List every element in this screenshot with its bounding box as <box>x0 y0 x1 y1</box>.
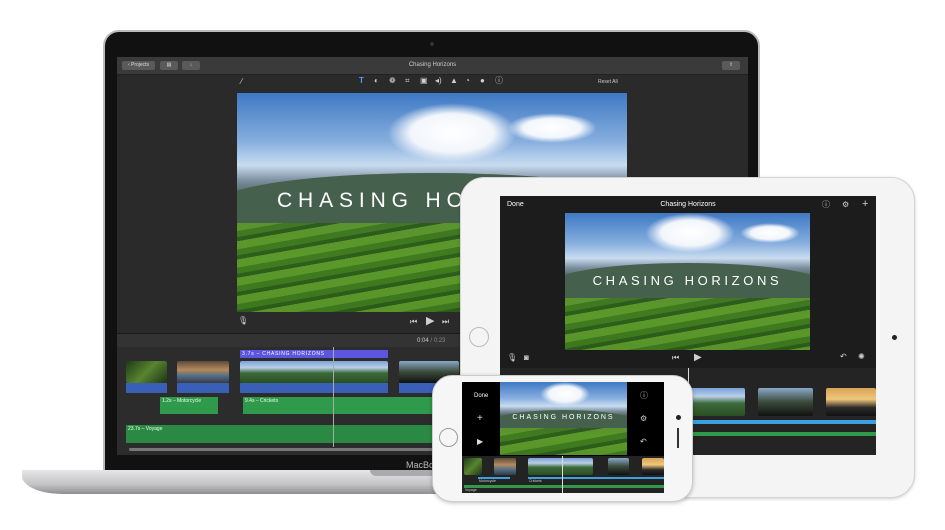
skip-back-icon[interactable]: ⏮ <box>672 354 679 362</box>
iphone-done-button[interactable]: Done <box>474 393 488 399</box>
magic-wand-icon[interactable]: ⁄ <box>241 78 242 86</box>
ipad-camera <box>892 335 897 340</box>
audio-clip-crickets[interactable]: 9.4s – Crickets <box>243 397 463 414</box>
waveform-icon[interactable]: ✺ <box>858 353 865 361</box>
camera-icon[interactable]: ◙ <box>524 354 529 362</box>
iphone-playhead[interactable] <box>562 456 563 493</box>
iphone-camera <box>676 415 681 420</box>
music-clip-voyage[interactable]: 23.7s – Voyage <box>126 425 456 443</box>
ipad-title: Chasing Horizons <box>660 201 716 208</box>
filter-icon[interactable]: ● <box>480 77 485 85</box>
iphone-home-button[interactable] <box>439 428 458 447</box>
iphone-clip-4[interactable] <box>608 458 629 475</box>
mac-toolbar: ‹ Projects ▤ ↓ Chasing Horizons ⇪ <box>117 57 748 75</box>
microphone-icon[interactable]: 🎙 <box>238 317 248 325</box>
iphone-speaker <box>677 428 679 448</box>
reset-all-button[interactable]: Reset All <box>598 79 618 85</box>
audio-clip-motorcycle[interactable]: 1.2s – Motorcycle <box>160 397 218 414</box>
share-button[interactable]: ⇪ <box>722 61 740 70</box>
clip-2[interactable] <box>177 361 229 383</box>
stabilization-icon[interactable]: ▣ <box>420 77 428 85</box>
current-time: 0:04 <box>417 338 429 344</box>
iphone-timeline[interactable]: Motorcycle Crickets Voyage <box>462 456 664 493</box>
iphone-clip-5[interactable] <box>642 458 664 475</box>
ipad-home-button[interactable] <box>469 327 489 347</box>
ipad-audio-track[interactable] <box>690 420 876 424</box>
color-correction-icon[interactable]: ❁ <box>389 77 396 85</box>
settings-icon[interactable]: ⚙ <box>842 201 849 209</box>
microphone-icon[interactable]: 🎙 <box>507 354 517 362</box>
undo-icon[interactable]: ↶ <box>640 438 647 446</box>
play-icon[interactable]: ▶ <box>426 316 434 327</box>
iphone-audio-crickets-label: Crickets <box>529 479 542 483</box>
ipad-video-title: CHASING HORIZONS <box>592 273 783 288</box>
clip-3[interactable] <box>240 361 388 383</box>
title-clip[interactable]: 3.7s – CHASING HORIZONS <box>240 350 388 358</box>
add-icon[interactable]: + <box>477 414 483 424</box>
ipad-clip-1[interactable] <box>690 388 745 416</box>
ipad-clip-2[interactable] <box>758 388 813 416</box>
noise-reduction-icon[interactable]: ▲ <box>450 77 458 85</box>
iphone-music-label: Voyage <box>465 488 477 492</box>
ipad-viewer: CHASING HORIZONS <box>565 213 810 350</box>
play-icon[interactable]: ▶ <box>694 353 702 363</box>
help-icon[interactable]: ⓘ <box>640 392 648 400</box>
timeline-scrollbar[interactable] <box>129 448 449 451</box>
iphone-clip-3[interactable] <box>528 458 593 475</box>
total-time: 0:23 <box>433 338 446 344</box>
clip-1[interactable] <box>126 361 167 383</box>
iphone-audio-motorcycle-label: Motorcycle <box>479 479 496 483</box>
ipad-music-track[interactable] <box>690 432 876 436</box>
iphone-clip-1[interactable] <box>464 458 482 475</box>
iphone-screen: Done + ▶ CHASING HORIZONS ⓘ ⚙ ↶ Motorcyc… <box>462 382 664 493</box>
play-icon[interactable]: ▶ <box>477 438 483 446</box>
iphone-music-track[interactable] <box>464 485 664 488</box>
iphone-audio-crickets[interactable] <box>528 477 664 479</box>
iphone-viewer: CHASING HORIZONS <box>500 382 627 455</box>
macbook-camera <box>430 42 434 46</box>
volume-icon[interactable]: ◂) <box>435 77 442 85</box>
playhead[interactable] <box>333 347 334 447</box>
undo-icon[interactable]: ↶ <box>840 353 847 361</box>
add-icon[interactable]: + <box>862 199 868 210</box>
time-readout: 0:04 / 0:23 <box>417 338 446 344</box>
skip-forward-icon[interactable]: ⏭ <box>442 318 449 326</box>
adjust-toolbar: ⁄ T ◐ ❁ ⌗ ▣ ◂) ▲ ◔ ● ⓘ Reset All <box>117 75 748 89</box>
project-title: Chasing Horizons <box>408 62 457 68</box>
speed-icon[interactable]: ◔ <box>465 77 470 85</box>
ipad-clip-3[interactable] <box>826 388 876 416</box>
title-T-icon[interactable]: T <box>359 77 364 85</box>
skip-back-icon[interactable]: ⏮ <box>410 318 417 326</box>
help-icon[interactable]: ⓘ <box>822 201 830 209</box>
crop-icon[interactable]: ⌗ <box>405 77 410 85</box>
settings-icon[interactable]: ⚙ <box>640 415 647 423</box>
info-icon[interactable]: ⓘ <box>495 77 503 85</box>
iphone-clip-2[interactable] <box>494 458 516 475</box>
iphone-video-title: CHASING HORIZONS <box>512 414 615 421</box>
color-balance-icon[interactable]: ◐ <box>374 77 379 85</box>
